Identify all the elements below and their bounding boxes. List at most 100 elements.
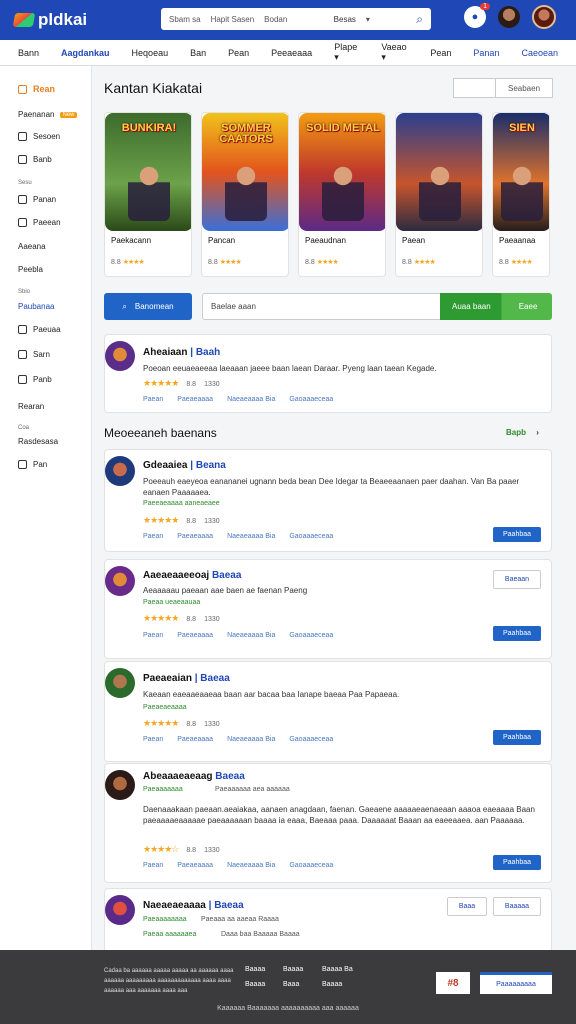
tag[interactable]: Naeaeaaaa Bia — [227, 736, 275, 743]
game-art-title: SOLID METAL — [306, 122, 380, 134]
tag[interactable]: Paeaeaaaa — [177, 396, 213, 403]
item-rating: ★★★★★ 8.8 1330 — [143, 613, 220, 623]
tag[interactable]: Gaoaaaeceaa — [289, 632, 333, 639]
list-item[interactable]: Aaeaeaaeeoaj Baeaa Aeaaaaau paeaan aae b… — [104, 559, 552, 659]
nav-right-2[interactable]: Caeoean — [521, 48, 558, 58]
tag[interactable]: Paeaeaaaa — [177, 533, 213, 540]
sidebar-item-5[interactable]: Panan — [18, 195, 56, 204]
sidebar-item-11[interactable]: Paeuaa — [18, 325, 61, 334]
game-card[interactable]: BUNKIRA! Paekacann 8.8 ★★★★ — [104, 112, 192, 277]
featured-search[interactable]: Seabaen — [453, 78, 553, 98]
filter-input[interactable]: Baelae aaan — [202, 293, 442, 320]
sidebar-item-12[interactable]: Sarn — [18, 350, 50, 359]
sidebar-item-13[interactable]: Panb — [18, 375, 52, 384]
install-button[interactable]: Paahbaa — [493, 527, 541, 542]
wishlist-button[interactable]: Baaaaa — [493, 897, 541, 916]
nav-item-1[interactable]: Aagdankau — [61, 48, 110, 58]
sidebar-item-label: Pan — [33, 460, 48, 469]
sidebar-item-label: Paenanan — [18, 110, 55, 119]
sidebar-item-label: Peebla — [18, 265, 43, 274]
tag[interactable]: Paeaeaaaa — [177, 862, 213, 869]
tag[interactable]: Paean — [143, 396, 163, 403]
tag[interactable]: Naeaeaaaa Bia — [227, 396, 275, 403]
sidebar-item-3[interactable]: Banb — [18, 155, 52, 164]
sidebar-item-8[interactable]: Peebla — [18, 265, 43, 274]
footer-line: Cadaa ba aaaaaa aaaaa aaaaa aa aaaaaa aa… — [104, 968, 234, 974]
search-category[interactable]: Sbam sa — [169, 15, 201, 24]
list-item[interactable]: Gdeaaiea | Beana Poeeauh eaeyeoa eananan… — [104, 449, 552, 552]
tag[interactable]: Paean — [143, 736, 163, 743]
notification-button[interactable]: ● 1 — [464, 3, 490, 28]
tag[interactable]: Naeaeaaaa Bia — [227, 632, 275, 639]
wishlist-button[interactable]: Baeaan — [493, 570, 541, 589]
tag[interactable]: Paean — [143, 533, 163, 540]
tag[interactable]: Paeaeaaaa — [177, 632, 213, 639]
featured-search-field[interactable] — [454, 79, 496, 97]
sidebar-item-17[interactable]: Pan — [18, 460, 47, 469]
footer-link[interactable]: Baaa — [283, 981, 299, 988]
character-figure — [128, 161, 170, 221]
logo[interactable]: pldkai — [12, 10, 87, 30]
nav-item-3[interactable]: Ban — [190, 48, 206, 58]
filter-button[interactable]: ⌕ Banomean — [104, 293, 192, 320]
nav-item-6[interactable]: Plape ▾ — [334, 42, 359, 63]
featured-search-label[interactable]: Seabaen — [496, 79, 552, 97]
sidebar-item-6[interactable]: Paeean — [18, 218, 61, 227]
chevron-right-icon: › — [536, 428, 539, 437]
footer-link[interactable]: Baaaa — [245, 981, 265, 988]
tag[interactable]: Paean — [143, 632, 163, 639]
footer-link[interactable]: Baaaa — [322, 981, 342, 988]
tag[interactable]: Naeaeaaaa Bia — [227, 862, 275, 869]
nav-item-0[interactable]: Bann — [18, 48, 39, 58]
user-avatar[interactable] — [532, 5, 556, 29]
list-item[interactable]: Abeaaaeaeaag Baeaa Paeaaaaaaa Paeaaaaaa … — [104, 763, 552, 883]
filter-button-label: Banomean — [134, 302, 174, 311]
search-icon[interactable]: ⌕ — [416, 12, 423, 27]
see-more-link[interactable]: Bapb › — [506, 428, 539, 437]
notification-badge: 1 — [480, 3, 490, 10]
sidebar-item-16[interactable]: Rasdesasa — [18, 437, 58, 446]
nav-right-1[interactable]: Panan — [473, 48, 499, 58]
list-item[interactable]: Naeaeaeaaaa | Baeaa Paeaaaaaaaa Paeaaa a… — [104, 888, 552, 958]
top-result[interactable]: Aheaiaan | Baah Poeoan eeuaeaeeaa laeaaa… — [104, 334, 552, 413]
sidebar-item-1[interactable]: Paenanan New — [18, 110, 77, 119]
sidebar-item-home[interactable]: Rean — [18, 84, 55, 94]
nav-item-4[interactable]: Pean — [228, 48, 249, 58]
nav-item-7[interactable]: Vaeao ▾ — [381, 42, 408, 63]
game-card[interactable]: SOMMER CAATORS Pancan 8.8 ★★★★ — [201, 112, 289, 277]
game-card[interactable]: SOLID METAL Paeaudnan 8.8 ★★★★ — [298, 112, 386, 277]
nav-item-5[interactable]: Peeaeaaa — [271, 48, 312, 58]
footer-link[interactable]: Baaaa Ba — [322, 966, 353, 973]
tag[interactable]: Gaoaaaeceaa — [289, 396, 333, 403]
sidebar-item-14[interactable]: Rearan — [18, 402, 44, 411]
footer-link[interactable]: Baaaa — [245, 966, 265, 973]
install-button[interactable]: Paahbaa — [493, 855, 541, 870]
list-item[interactable]: Paeaeaian | Baeaa Kaeaan eaeaaeaaeaa baa… — [104, 661, 552, 762]
game-card[interactable]: SIEN Paeaanaa 8.8 ★★★★ — [492, 112, 550, 277]
search-bar[interactable]: Sbam sa Hapit Sasen Bodan Besas ▾ ⌕ — [161, 8, 431, 30]
filter-go-button[interactable]: Auaa baan Eaee — [440, 293, 552, 320]
friend-avatar[interactable] — [498, 6, 520, 28]
search-filter[interactable]: Bodan — [264, 15, 287, 24]
game-card[interactable]: Paean 8.8 ★★★★ — [395, 112, 483, 277]
tag[interactable]: Gaoaaaeceaa — [289, 862, 333, 869]
character-figure — [225, 161, 267, 221]
nav-item-2[interactable]: Heqoeau — [132, 48, 169, 58]
sidebar-item-10[interactable]: Paubanaa — [18, 302, 54, 311]
item-rating: ★★★★★ 8.8 1330 — [143, 718, 220, 728]
search-select[interactable]: Besas — [334, 15, 356, 24]
install-button[interactable]: Paahbaa — [493, 626, 541, 641]
tag[interactable]: Gaoaaaeceaa — [289, 736, 333, 743]
sidebar-item-7[interactable]: Aaeana — [18, 242, 46, 251]
sidebar-item-2[interactable]: Sesoen — [18, 132, 60, 141]
tag[interactable]: Gaoaaaeceaa — [289, 533, 333, 540]
tag[interactable]: Naeaeaaaa Bia — [227, 533, 275, 540]
tag[interactable]: Paeaeaaaa — [177, 736, 213, 743]
install-button[interactable]: Paahbaa — [493, 730, 541, 745]
nav-item-8[interactable]: Pean — [430, 48, 451, 58]
item-description: Poeeauh eaeyeoa eanananei ugnann beda be… — [143, 477, 520, 497]
tag[interactable]: Paean — [143, 862, 163, 869]
footer-link[interactable]: Baaaa — [283, 966, 303, 973]
secondary-button[interactable]: Baaa — [447, 897, 487, 916]
footer-button[interactable]: Paaaaaaaaa — [480, 972, 552, 994]
